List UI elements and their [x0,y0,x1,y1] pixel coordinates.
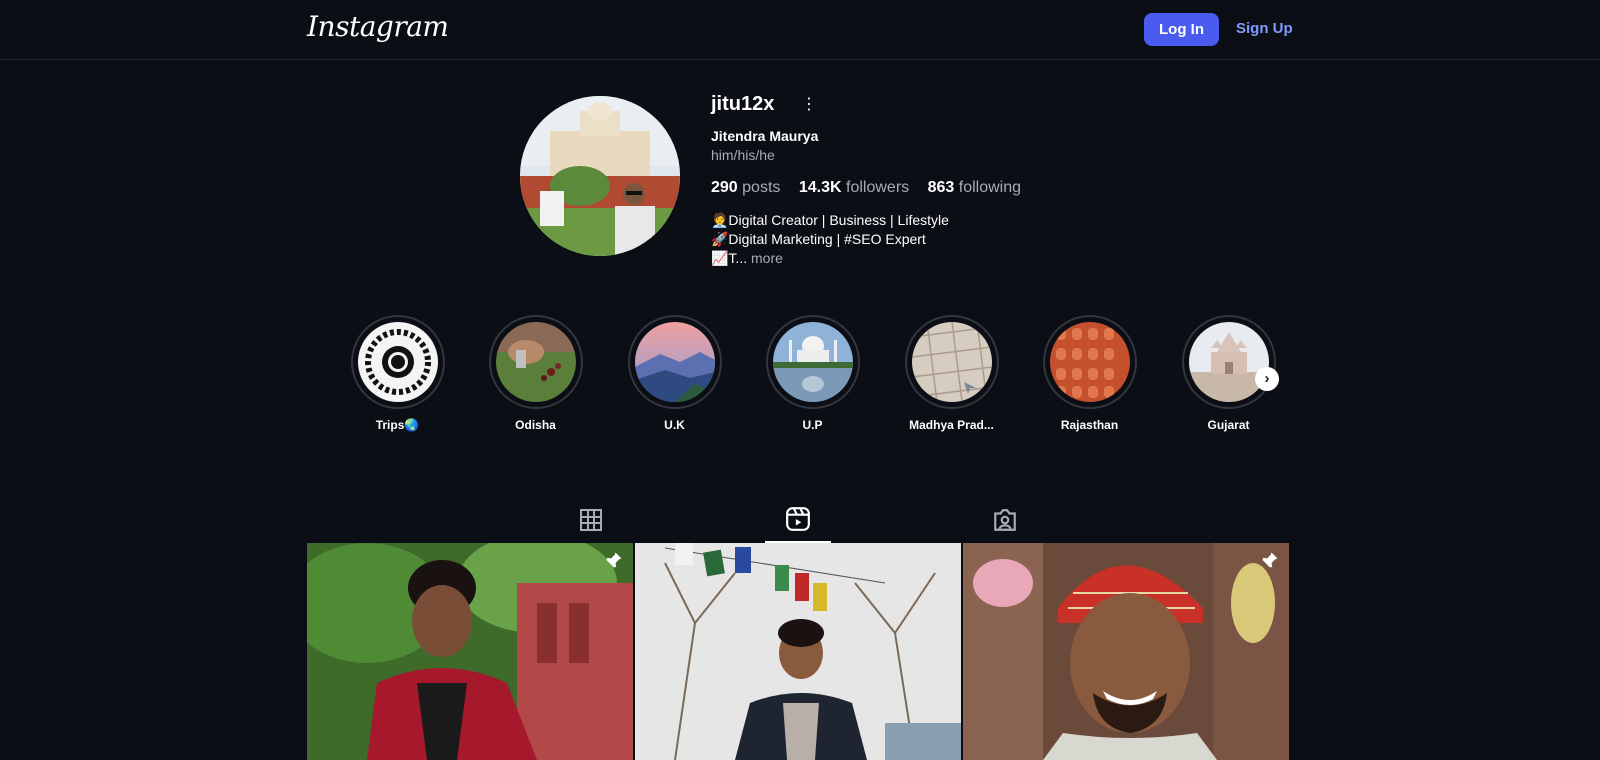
profile-pronouns: him/his/he [711,147,775,163]
highlight-label: U.P [802,418,823,432]
pin-icon [1262,552,1278,568]
bio-line-3-text: 📈T... [711,250,748,266]
following-label: following [958,179,1022,196]
posts-label: posts [742,179,781,196]
highlight-ring [627,315,722,409]
highlight-odisha[interactable]: Odisha [488,315,583,432]
reel-image [635,543,961,760]
uk-mountains-image [634,322,715,402]
instagram-logo[interactable]: Instagram [307,10,449,43]
highlight-rajasthan[interactable]: Rajasthan [1042,315,1137,432]
highlight-label: Trips🌏 [375,418,420,432]
profile-full-name: Jitendra Maurya [711,128,819,144]
reel-image [963,543,1289,760]
odisha-image [495,322,576,402]
bio-line-3: 📈T... more [711,249,949,268]
reel-thumbnail[interactable] [307,543,633,760]
profile-bio: 🧑‍💼Digital Creator | Business | Lifestyl… [711,211,949,268]
profile-username: jitu12x [711,93,775,115]
reel-thumbnail[interactable] [635,543,961,760]
bio-line-1: 🧑‍💼Digital Creator | Business | Lifestyl… [711,212,949,228]
highlight-ring [765,315,860,409]
taj-mahal-image [772,322,853,402]
followers-label: followers [846,179,910,196]
highlight-label: U.K [664,418,685,432]
reel-image [307,543,633,760]
grid-icon [580,509,602,531]
tagged-icon [994,509,1016,531]
following-stat[interactable]: 863 following [928,179,1021,196]
profile-tabs [307,497,1289,543]
temple-image [1188,322,1269,402]
posts-stat: 290 posts [711,179,780,196]
highlight-madhya-pradesh[interactable]: Madhya Prad... [904,315,999,432]
signup-link[interactable]: Sign Up [1236,20,1293,37]
highlight-ring [904,315,999,409]
profile-stats: 290 posts 14.3K followers 863 following [711,179,1035,197]
highlight-ring [1042,315,1137,409]
hawa-mahal-image [1049,322,1130,402]
story-highlights: Trips🌏 Odisha U.K U.P Madhya Prad... Raj… [350,315,1290,435]
followers-stat[interactable]: 14.3K followers [799,179,909,196]
highlight-label: Odisha [515,418,556,432]
posts-count: 290 [711,179,738,196]
bio-line-2: 🚀Digital Marketing | #SEO Expert [711,231,926,247]
tab-reels[interactable] [765,497,831,543]
top-navigation-bar: Instagram Log In Sign Up [0,0,1600,60]
highlight-uk[interactable]: U.K [627,315,722,432]
bio-more-link[interactable]: more [751,250,783,266]
reels-icon [786,507,810,531]
highlight-ring [350,315,445,409]
trips-globe-image [357,322,438,402]
highlight-label: Gujarat [1207,418,1250,432]
following-count: 863 [927,179,955,196]
followers-count: 14.3K [798,179,842,196]
highlight-ring [488,315,583,409]
tab-posts[interactable] [558,497,624,543]
highlight-up[interactable]: U.P [765,315,860,432]
profile-avatar[interactable] [520,96,680,256]
paving-tiles-image [911,322,992,402]
reels-grid [307,543,1289,760]
highlight-label: Madhya Prad... [909,418,994,432]
highlight-ring [1181,315,1276,409]
pin-icon [606,552,622,568]
more-options-icon[interactable]: ⋮ [801,96,817,114]
highlight-label: Rajasthan [1060,418,1119,432]
highlight-trips[interactable]: Trips🌏 [350,315,445,432]
avatar-image [520,96,680,256]
tab-tagged[interactable] [972,497,1038,543]
reel-thumbnail[interactable] [963,543,1289,760]
highlights-next-button[interactable]: › [1255,367,1279,391]
login-button[interactable]: Log In [1144,13,1219,46]
